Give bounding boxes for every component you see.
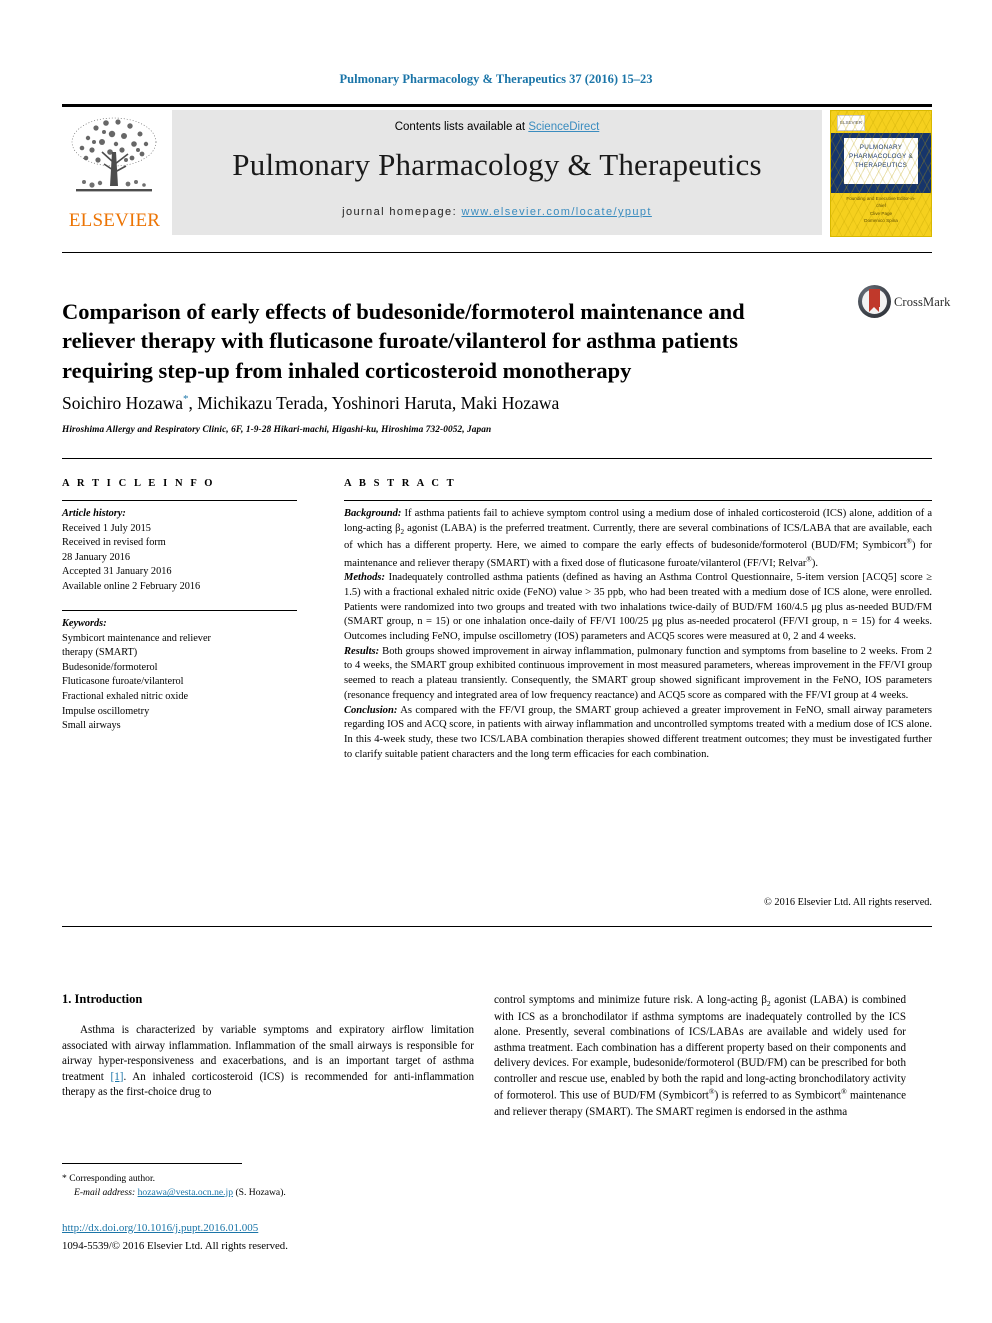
section-title: Introduction: [74, 992, 143, 1006]
journal-masthead: ELSEVIER Contents lists available at Sci…: [62, 104, 932, 237]
contents-line: Contents lists available at ScienceDirec…: [172, 121, 822, 133]
abstract-copyright: © 2016 Elsevier Ltd. All rights reserved…: [764, 897, 932, 908]
section-heading-introduction: 1. Introduction: [62, 992, 142, 1007]
cover-sub-line2: Clive Page: [869, 210, 893, 216]
abstract-methods: Methods: Inadequately controlled asthma …: [344, 571, 932, 645]
crossmark-icon: [858, 285, 891, 318]
abstract-conclusion-label: Conclusion:: [344, 704, 398, 716]
title-divider: [62, 252, 932, 253]
history-item: Received 1 July 2015: [62, 522, 151, 534]
footnote-rule: [62, 1163, 242, 1164]
cover-sub-line1: Founding and Executive Editor-in-chief: [846, 196, 916, 209]
contents-prefix: Contents lists available at: [394, 121, 529, 133]
abstract-background-text: If asthma patients fail to achieve sympt…: [344, 508, 933, 569]
abstract-methods-label: Methods:: [344, 572, 386, 584]
journal-homepage-link[interactable]: www.elsevier.com/locate/ypupt: [462, 206, 652, 218]
citation-link-1[interactable]: [1]: [111, 1071, 124, 1083]
corresponding-author-marker: *: [183, 393, 189, 406]
panel-bottom-rule: [62, 926, 932, 927]
masthead-top-rule: [62, 104, 932, 107]
abstract-conclusion-text: As compared with the FF/VI group, the SM…: [344, 704, 932, 760]
page-title: Comparison of early effects of budesonid…: [62, 299, 745, 383]
running-head: Pulmonary Pharmacology & Therapeutics 37…: [339, 72, 653, 86]
issn-copyright-line: 1094-5539/© 2016 Elsevier Ltd. All right…: [62, 1240, 288, 1252]
cover-title: PULMONARY PHARMACOLOGY & THERAPEUTICS: [843, 137, 919, 185]
email-owner: (S. Hozawa).: [235, 1187, 286, 1199]
abstract-conclusion: Conclusion: As compared with the FF/VI g…: [344, 704, 932, 763]
keywords-label: Keywords:: [62, 618, 107, 629]
keywords-block: Keywords: Symbicort maintenance and reli…: [62, 617, 302, 734]
journal-homepage-line: journal homepage: www.elsevier.com/locat…: [172, 206, 822, 218]
keyword-item: Small airways: [62, 720, 121, 732]
abstract-results: Results: Both groups showed improvement …: [344, 645, 932, 704]
crossmark-label: CrossMark: [894, 295, 951, 309]
masthead-banner: Contents lists available at ScienceDirec…: [172, 110, 822, 235]
email-note: E-mail address: hozawa@vesta.ocn.ne.jp (…: [62, 1186, 474, 1200]
email-link[interactable]: hozawa@vesta.ocn.ne.jp: [138, 1187, 233, 1198]
abstract-results-text: Both groups showed improvement in airway…: [344, 645, 932, 701]
homepage-prefix: journal homepage:: [342, 206, 462, 218]
abstract-body: Background: If asthma patients fail to a…: [344, 507, 932, 762]
abstract-background: Background: If asthma patients fail to a…: [344, 507, 932, 571]
body-column-right: control symptoms and minimize future ris…: [494, 993, 906, 1120]
elsevier-wordmark: ELSEVIER: [68, 210, 161, 231]
cover-imprint: ELSEVIER: [837, 115, 865, 131]
corresponding-label: Corresponding author.: [69, 1173, 156, 1184]
abstract-results-label: Results:: [344, 645, 380, 657]
paper-page: Pulmonary Pharmacology & Therapeutics 37…: [0, 0, 992, 1323]
cover-subtitle: Founding and Executive Editor-in-chief C…: [843, 195, 919, 224]
article-history: Article history: Received 1 July 2015 Re…: [62, 507, 302, 595]
info-rule-1: [62, 500, 297, 501]
affiliation: Hiroshima Allergy and Respiratory Clinic…: [62, 425, 492, 435]
history-item: Received in revised form: [62, 537, 166, 549]
abstract-rule: [344, 500, 932, 501]
panel-top-rule: [62, 458, 932, 459]
elsevier-tree-icon: [71, 117, 157, 192]
keyword-item: Impulse oscillometry: [62, 705, 150, 717]
history-item: Available online 2 February 2016: [62, 581, 201, 593]
article-history-label: Article history:: [62, 508, 126, 519]
keyword-item: Fluticasone furoate/vilanterol: [62, 676, 184, 688]
journal-cover-thumbnail: ELSEVIER PULMONARY PHARMACOLOGY & THERAP…: [830, 110, 932, 237]
article-info-heading: A R T I C L E I N F O: [62, 478, 216, 489]
keyword-item: Fractional exhaled nitric oxide: [62, 691, 189, 703]
history-item: Accepted 31 January 2016: [62, 566, 172, 578]
abstract-heading: A B S T R A C T: [344, 478, 457, 489]
keyword-item: therapy (SMART): [62, 647, 138, 659]
authors-text: Soichiro Hozawa*, Michikazu Terada, Yosh…: [62, 393, 560, 413]
body-column-left: Asthma is characterized by variable symp…: [62, 1023, 474, 1101]
corresponding-marker: *: [62, 1173, 67, 1184]
cover-sub-line3: Domenico Spina: [864, 218, 898, 224]
intro-paragraph-left: Asthma is characterized by variable symp…: [62, 1023, 474, 1101]
author-list: Soichiro Hozawa*, Michikazu Terada, Yosh…: [62, 393, 862, 414]
footnote-block: * Corresponding author. E-mail address: …: [62, 1172, 474, 1201]
email-label: E-mail address:: [74, 1187, 136, 1199]
sciencedirect-link[interactable]: ScienceDirect: [528, 121, 599, 133]
corresponding-author-note: * Corresponding author.: [62, 1172, 474, 1186]
intro-left-text-2: . An inhaled corticosteroid (ICS) is rec…: [62, 1070, 474, 1099]
crossmark-ribbon: [869, 289, 880, 312]
doi-link[interactable]: http://dx.doi.org/10.1016/j.pupt.2016.01…: [62, 1222, 258, 1234]
intro-paragraph-right: control symptoms and minimize future ris…: [494, 994, 906, 1118]
history-item: 28 January 2016: [62, 551, 131, 563]
info-rule-2: [62, 610, 297, 611]
crossmark-badge[interactable]: CrossMark: [858, 285, 950, 321]
abstract-methods-text: Inadequately controlled asthma patients …: [344, 572, 932, 643]
section-number: 1.: [62, 992, 72, 1006]
elsevier-logo: ELSEVIER: [62, 110, 167, 235]
abstract-background-label: Background:: [344, 508, 402, 519]
keyword-item: Symbicort maintenance and reliever: [62, 632, 211, 644]
journal-title: Pulmonary Pharmacology & Therapeutics: [232, 147, 762, 182]
keyword-item: Budesonide/formoterol: [62, 661, 158, 673]
